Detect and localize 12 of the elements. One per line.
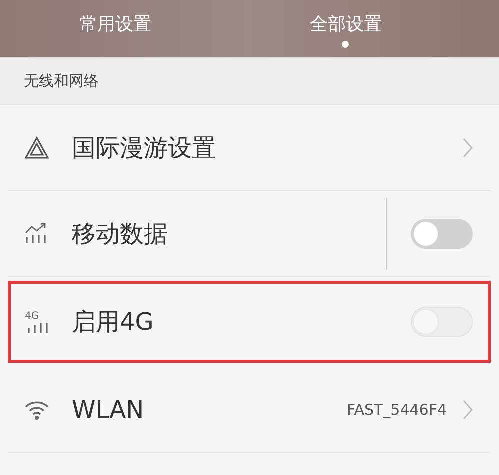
wifi-icon xyxy=(24,398,50,420)
section-title: 无线和网络 xyxy=(24,72,99,90)
setting-label[interactable]: 国际漫游设置 xyxy=(72,132,463,164)
setting-label[interactable]: 移动数据 xyxy=(72,218,386,250)
triangle-icon xyxy=(24,136,50,160)
toggle-switch[interactable] xyxy=(411,218,473,248)
chevron-icon[interactable] xyxy=(463,400,473,420)
setting-value: FAST_5446F4 xyxy=(346,400,447,418)
tab[interactable]: 常用设置 xyxy=(0,0,230,57)
chevron-icon[interactable] xyxy=(463,138,473,158)
setting-label[interactable]: WLAN xyxy=(72,396,347,424)
tab[interactable]: 全部设置 xyxy=(230,0,499,57)
